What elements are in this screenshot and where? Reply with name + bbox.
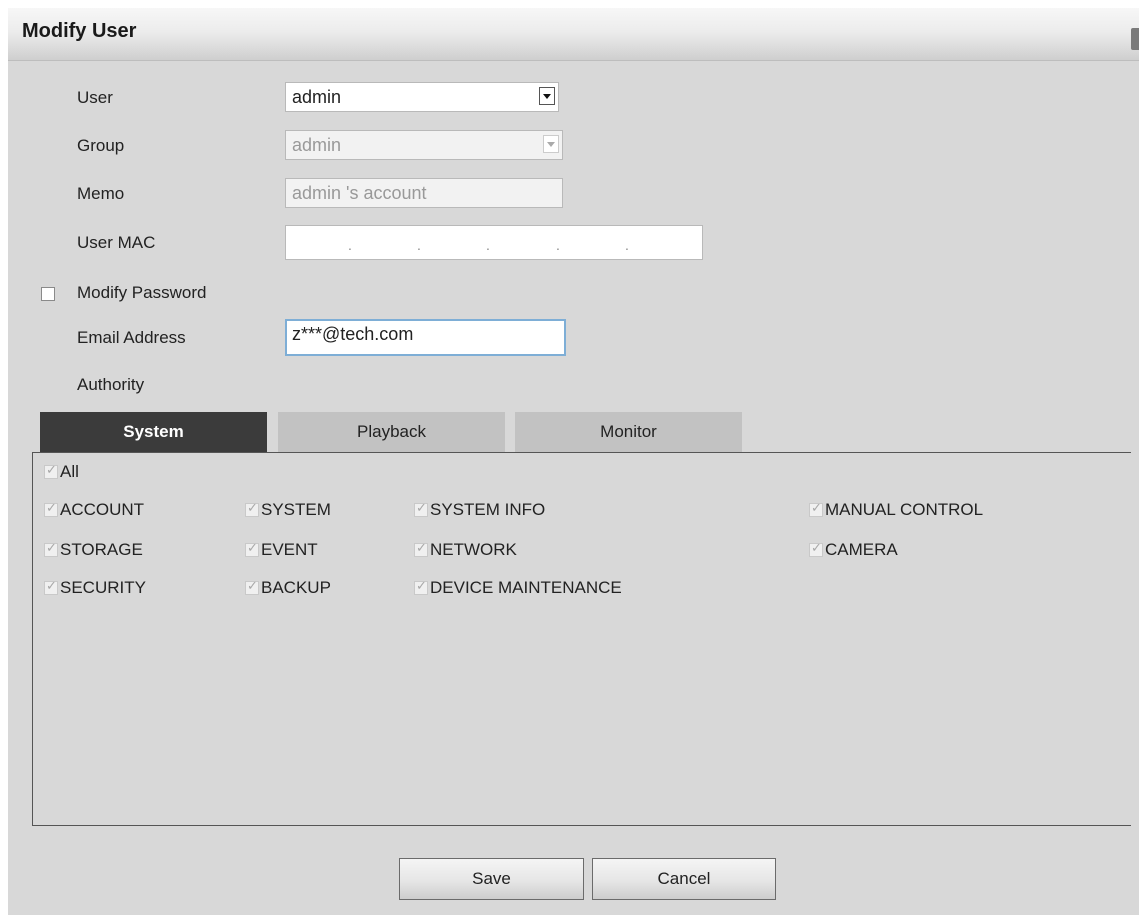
user-select[interactable]: admin xyxy=(285,82,559,112)
user-mac-field[interactable]: . . . . . xyxy=(285,225,703,260)
permission-event[interactable]: EVENT xyxy=(245,540,318,560)
tab-system[interactable]: System xyxy=(40,412,267,452)
permission-label: BACKUP xyxy=(261,578,331,597)
mac-separator: . xyxy=(556,237,560,253)
check-icon[interactable] xyxy=(44,462,58,479)
permission-account[interactable]: ACCOUNT xyxy=(44,500,144,520)
permission-all[interactable]: All xyxy=(44,462,79,482)
check-icon[interactable] xyxy=(245,540,259,557)
permission-label: SECURITY xyxy=(60,578,146,597)
permission-security[interactable]: SECURITY xyxy=(44,578,146,598)
user-select-value: admin xyxy=(292,87,342,107)
dialog-titlebar: Modify User xyxy=(8,8,1139,61)
permission-system[interactable]: SYSTEM xyxy=(245,500,331,520)
modify-password-checkbox[interactable] xyxy=(41,287,55,301)
permission-manual-control[interactable]: MANUAL CONTROL xyxy=(809,500,983,520)
permission-storage[interactable]: STORAGE xyxy=(44,540,143,560)
tab-playback[interactable]: Playback xyxy=(278,412,505,452)
check-icon[interactable] xyxy=(809,540,823,557)
permission-label: SYSTEM INFO xyxy=(430,500,546,519)
permission-camera[interactable]: CAMERA xyxy=(809,540,898,560)
check-icon[interactable] xyxy=(44,540,58,557)
modify-password-label: Modify Password xyxy=(77,283,207,302)
permission-label: DEVICE MAINTENANCE xyxy=(430,578,622,597)
permission-network[interactable]: NETWORK xyxy=(414,540,517,560)
permission-label: STORAGE xyxy=(60,540,143,559)
tab-monitor-label: Monitor xyxy=(600,422,657,441)
memo-label: Memo xyxy=(77,184,125,203)
permission-label: NETWORK xyxy=(430,540,517,559)
memo-field: admin 's account xyxy=(285,178,563,208)
mac-separator: . xyxy=(486,237,490,253)
close-icon[interactable] xyxy=(1131,28,1139,50)
permission-device-maintenance[interactable]: DEVICE MAINTENANCE xyxy=(414,578,622,598)
group-select-value: admin xyxy=(292,135,342,155)
tab-monitor[interactable]: Monitor xyxy=(515,412,742,452)
email-field[interactable]: z***@tech.com xyxy=(285,319,566,356)
mac-separator: . xyxy=(348,237,352,253)
check-icon[interactable] xyxy=(245,500,259,517)
mac-separator: . xyxy=(625,237,629,253)
permission-system-info[interactable]: SYSTEM INFO xyxy=(414,500,545,520)
permission-label: CAMERA xyxy=(825,540,898,559)
permission-label: ACCOUNT xyxy=(60,500,145,519)
permission-backup[interactable]: BACKUP xyxy=(245,578,331,598)
check-icon[interactable] xyxy=(245,578,259,595)
user-label: User xyxy=(77,88,113,107)
email-label: Email Address xyxy=(77,328,186,347)
check-icon[interactable] xyxy=(414,540,428,557)
group-label: Group xyxy=(77,136,125,155)
dialog-title: Modify User xyxy=(22,20,137,42)
permission-label: MANUAL CONTROL xyxy=(825,500,984,519)
permission-label: EVENT xyxy=(261,540,318,559)
chevron-down-icon[interactable] xyxy=(539,87,555,105)
tab-playback-label: Playback xyxy=(357,422,426,441)
permission-label: SYSTEM xyxy=(261,500,331,519)
check-icon[interactable] xyxy=(809,500,823,517)
check-icon[interactable] xyxy=(414,578,428,595)
cancel-button[interactable]: Cancel xyxy=(592,858,776,900)
memo-value: admin 's account xyxy=(292,183,427,203)
chevron-down-icon xyxy=(543,135,559,153)
email-value: z***@tech.com xyxy=(292,324,414,344)
tab-system-label: System xyxy=(123,422,184,441)
check-icon[interactable] xyxy=(44,500,58,517)
group-select: admin xyxy=(285,130,563,160)
authority-label: Authority xyxy=(77,375,145,394)
user-mac-label: User MAC xyxy=(77,233,156,252)
check-icon[interactable] xyxy=(414,500,428,517)
mac-separator: . xyxy=(417,237,421,253)
save-button[interactable]: Save xyxy=(399,858,584,900)
check-icon[interactable] xyxy=(44,578,58,595)
permission-label: All xyxy=(60,462,79,481)
